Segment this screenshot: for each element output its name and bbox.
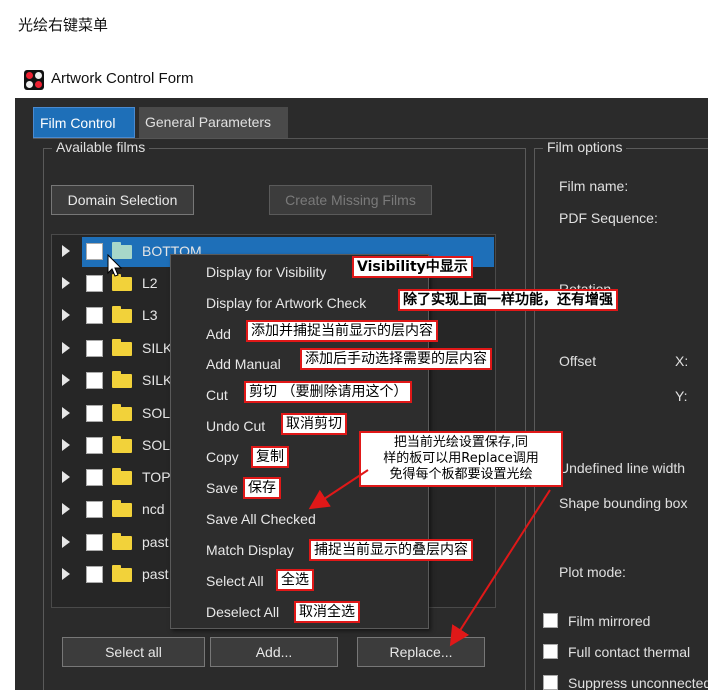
film-label: L3 bbox=[142, 307, 158, 323]
mouse-cursor-icon bbox=[107, 254, 123, 277]
folder-icon bbox=[112, 404, 132, 421]
menu-item-undo-cut[interactable]: Undo Cut bbox=[206, 418, 265, 434]
shape-bounding-box-label: Shape bounding box bbox=[559, 495, 688, 511]
suppress-unconnected-label: Suppress unconnected bbox=[568, 675, 708, 690]
expand-arrow-icon[interactable] bbox=[62, 245, 70, 257]
film-mirrored-checkbox[interactable] bbox=[543, 613, 558, 628]
suppress-unconnected-checkbox[interactable] bbox=[543, 675, 558, 690]
annotation-select-all: 全选 bbox=[276, 569, 314, 591]
film-checkbox[interactable] bbox=[86, 437, 103, 454]
expand-arrow-icon[interactable] bbox=[62, 407, 70, 419]
available-films-legend: Available films bbox=[52, 139, 150, 155]
film-label: SOL bbox=[142, 405, 171, 421]
window-titlebar: Artwork Control Form bbox=[15, 62, 708, 98]
add-button[interactable]: Add... bbox=[210, 637, 338, 667]
film-checkbox[interactable] bbox=[86, 307, 103, 324]
full-contact-thermal-label: Full contact thermal bbox=[568, 644, 691, 660]
domain-selection-button[interactable]: Domain Selection bbox=[51, 185, 194, 215]
annotation-display-for-artwork-check: 除了实现上面一样功能，还有增强 bbox=[398, 289, 618, 311]
menu-item-add[interactable]: Add bbox=[206, 326, 231, 342]
film-label: past bbox=[142, 534, 169, 550]
film-label: SOL bbox=[142, 437, 171, 453]
film-label: SILK bbox=[142, 372, 173, 388]
expand-arrow-icon[interactable] bbox=[62, 471, 70, 483]
film-checkbox[interactable] bbox=[86, 275, 103, 292]
tab-general-parameters[interactable]: General Parameters bbox=[139, 107, 288, 138]
undefined-line-width-label: Undefined line width bbox=[559, 460, 686, 476]
page-caption: 光绘右键菜单 bbox=[18, 16, 109, 34]
film-checkbox[interactable] bbox=[86, 405, 103, 422]
annotation-display-for-visibility: Visibility中显示 bbox=[352, 256, 473, 278]
plot-mode-label: Plot mode: bbox=[559, 564, 626, 580]
menu-item-match-display[interactable]: Match Display bbox=[206, 542, 294, 558]
expand-arrow-icon[interactable] bbox=[62, 277, 70, 289]
annotation-cut: 剪切 （要删除请用这个） bbox=[244, 381, 413, 403]
film-label: past bbox=[142, 566, 169, 582]
film-checkbox[interactable] bbox=[86, 340, 103, 357]
menu-item-select-all[interactable]: Select All bbox=[206, 573, 264, 589]
menu-item-save[interactable]: Save bbox=[206, 480, 238, 496]
menu-item-cut[interactable]: Cut bbox=[206, 387, 228, 403]
annotation-save: 保存 bbox=[243, 477, 281, 499]
offset-label: Offset bbox=[559, 353, 597, 369]
window-title: Artwork Control Form bbox=[51, 70, 194, 87]
annotation-save-callout: 把当前光绘设置保存,同 样的板可以用Replace调用 免得每个板都要设置光绘 bbox=[359, 431, 563, 487]
film-label: TOP bbox=[142, 469, 171, 485]
offset-y-label: Y: bbox=[675, 388, 688, 404]
film-checkbox[interactable] bbox=[86, 243, 103, 260]
film-mirrored-label: Film mirrored bbox=[568, 613, 651, 629]
artwork-app-icon bbox=[24, 70, 44, 90]
callout-line-3: 免得每个板都要设置光绘 bbox=[389, 467, 533, 482]
folder-icon bbox=[112, 436, 132, 453]
expand-arrow-icon[interactable] bbox=[62, 568, 70, 580]
folder-icon bbox=[112, 371, 132, 388]
expand-arrow-icon[interactable] bbox=[62, 374, 70, 386]
annotation-undo-cut: 取消剪切 bbox=[281, 413, 347, 435]
menu-item-save-all-checked[interactable]: Save All Checked bbox=[206, 511, 316, 527]
film-checkbox[interactable] bbox=[86, 566, 103, 583]
menu-item-copy[interactable]: Copy bbox=[206, 449, 239, 465]
menu-item-deselect-all[interactable]: Deselect All bbox=[206, 604, 279, 620]
annotation-match-display: 捕捉当前显示的叠层内容 bbox=[309, 539, 473, 561]
film-label: SILK bbox=[142, 340, 173, 356]
tab-film-control[interactable]: Film Control bbox=[33, 107, 135, 138]
folder-icon bbox=[112, 565, 132, 582]
expand-arrow-icon[interactable] bbox=[62, 536, 70, 548]
folder-icon bbox=[112, 339, 132, 356]
film-checkbox[interactable] bbox=[86, 372, 103, 389]
film-checkbox[interactable] bbox=[86, 469, 103, 486]
folder-icon bbox=[112, 500, 132, 517]
menu-item-add-manual[interactable]: Add Manual bbox=[206, 356, 281, 372]
annotation-add: 添加并捕捉当前显示的层内容 bbox=[246, 320, 438, 342]
film-name-label: Film name: bbox=[559, 178, 629, 194]
callout-line-2: 样的板可以用Replace调用 bbox=[383, 451, 539, 466]
menu-item-display-for-artwork-check[interactable]: Display for Artwork Check bbox=[206, 295, 366, 311]
expand-arrow-icon[interactable] bbox=[62, 503, 70, 515]
callout-line-1: 把当前光绘设置保存,同 bbox=[393, 435, 529, 450]
offset-x-label: X: bbox=[675, 353, 689, 369]
annotation-add-manual: 添加后手动选择需要的层内容 bbox=[300, 348, 492, 370]
film-options-group: Film options bbox=[534, 139, 708, 690]
full-contact-thermal-checkbox[interactable] bbox=[543, 644, 558, 659]
folder-icon bbox=[112, 468, 132, 485]
expand-arrow-icon[interactable] bbox=[62, 439, 70, 451]
folder-icon bbox=[112, 306, 132, 323]
annotation-deselect-all: 取消全选 bbox=[294, 601, 360, 623]
folder-icon bbox=[112, 274, 132, 291]
pdf-sequence-label: PDF Sequence: bbox=[559, 210, 658, 226]
film-checkbox[interactable] bbox=[86, 534, 103, 551]
expand-arrow-icon[interactable] bbox=[62, 342, 70, 354]
film-options-legend: Film options bbox=[543, 139, 627, 155]
film-label: L2 bbox=[142, 275, 158, 291]
create-missing-films-button[interactable]: Create Missing Films bbox=[269, 185, 432, 215]
select-all-button[interactable]: Select all bbox=[62, 637, 205, 667]
film-checkbox[interactable] bbox=[86, 501, 103, 518]
menu-item-display-for-visibility[interactable]: Display for Visibility bbox=[206, 264, 326, 280]
folder-icon bbox=[112, 533, 132, 550]
film-label: ncd bbox=[142, 501, 165, 517]
expand-arrow-icon[interactable] bbox=[62, 309, 70, 321]
annotation-copy: 复制 bbox=[251, 446, 289, 468]
replace-button[interactable]: Replace... bbox=[357, 637, 485, 667]
